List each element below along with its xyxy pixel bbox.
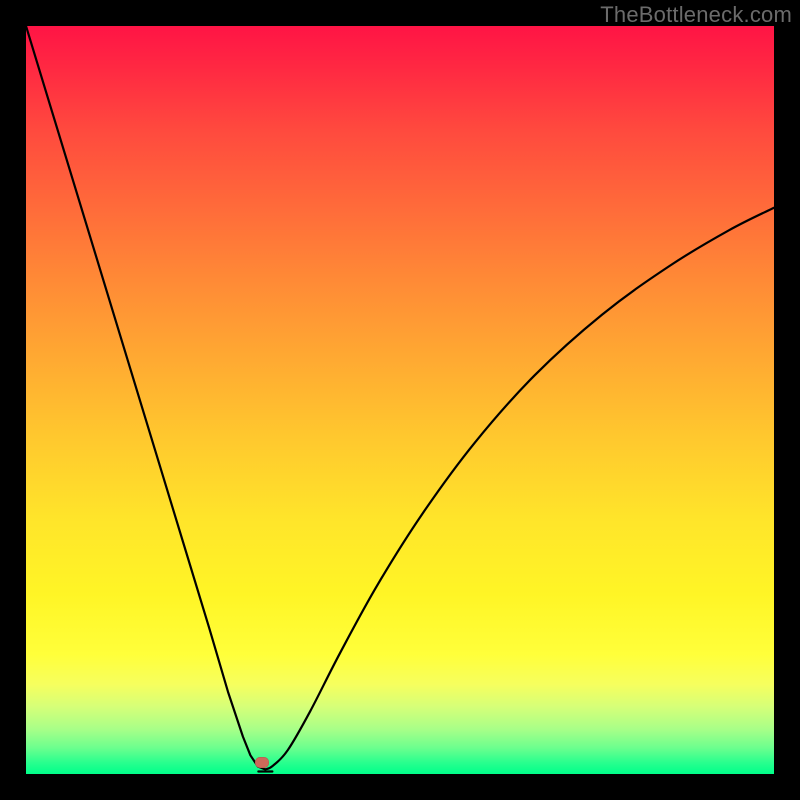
chart-frame: TheBottleneck.com (0, 0, 800, 800)
bottleneck-curve (26, 26, 774, 774)
watermark-text: TheBottleneck.com (600, 2, 792, 28)
optimum-marker (255, 757, 269, 768)
plot-area (26, 26, 774, 774)
